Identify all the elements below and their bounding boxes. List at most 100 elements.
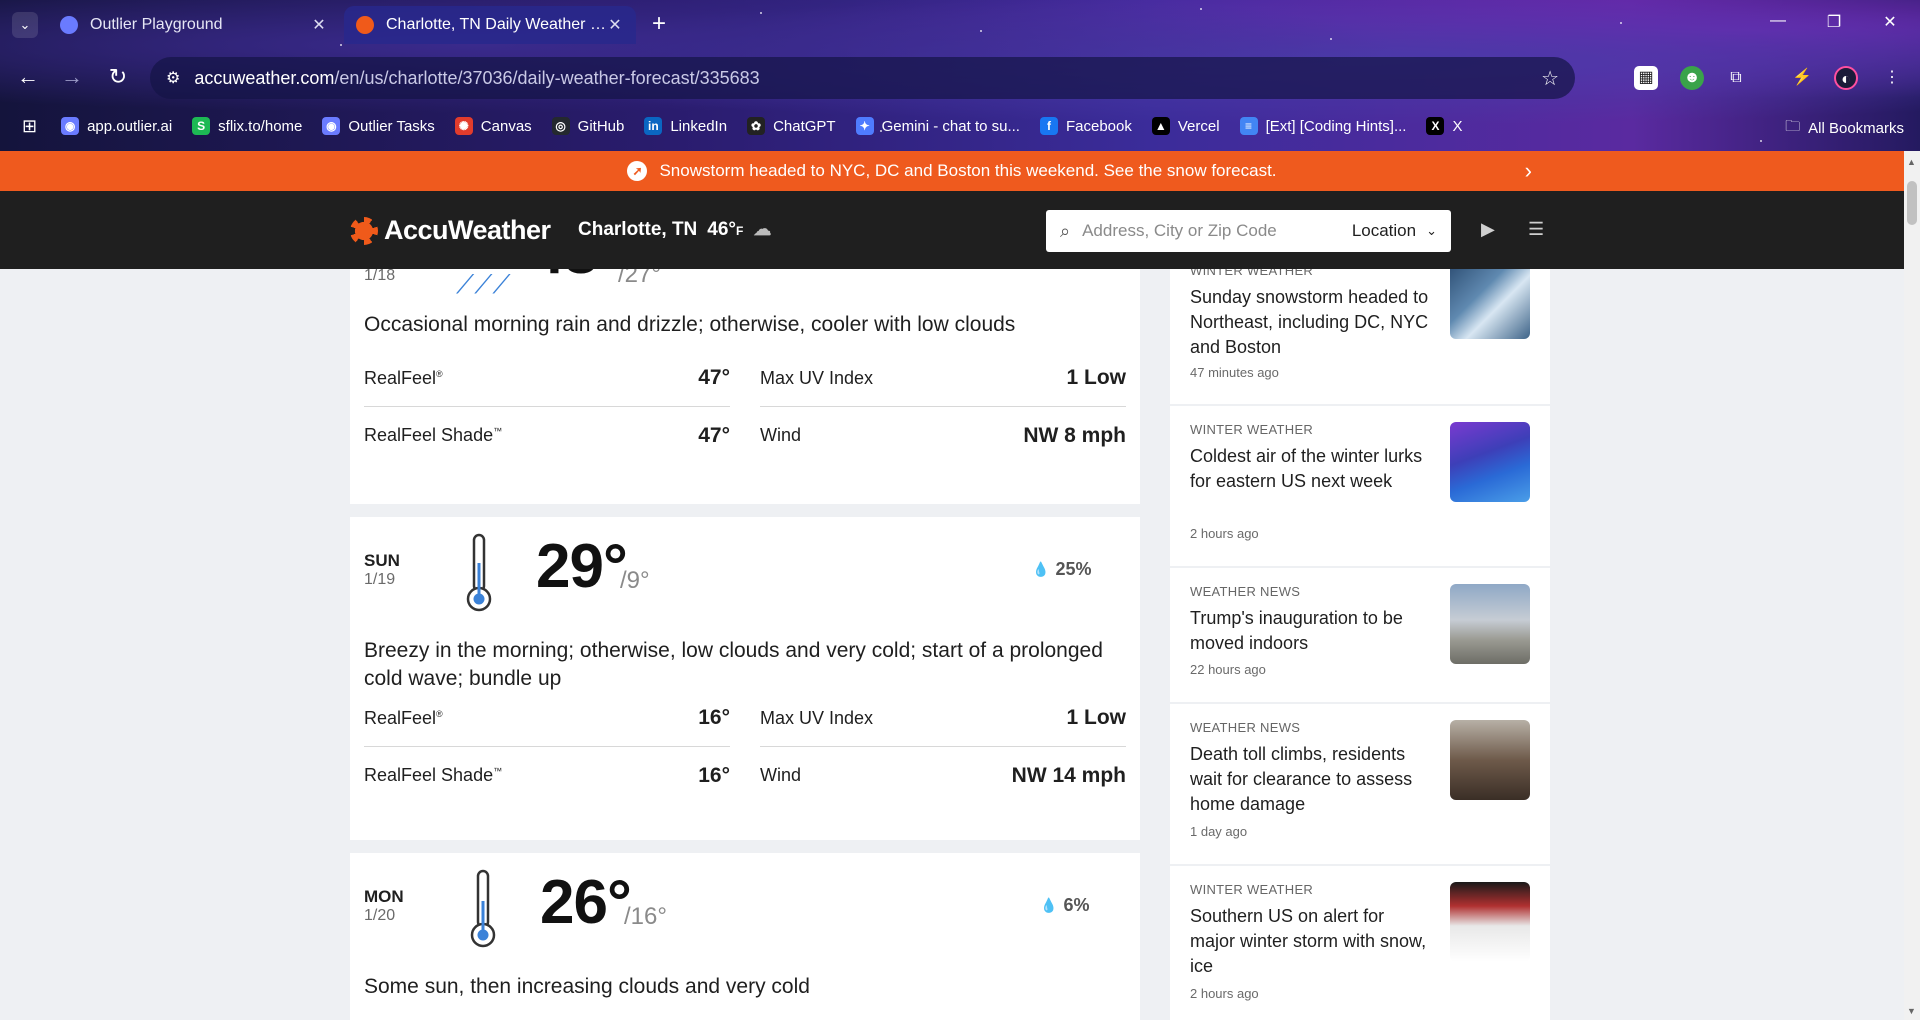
main-content: 1/18 ⟋⟋⟋ 48° /27° Occasional morning rai…	[0, 269, 1904, 1020]
vercel-icon: ▲	[1151, 117, 1170, 135]
news-category: WEATHER NEWS	[1190, 720, 1301, 735]
chevron-down-icon: ⌄	[1426, 223, 1437, 238]
tab-search-button[interactable]: ⌄	[12, 12, 38, 38]
snow-map-thumb	[1450, 269, 1530, 339]
qr-code-icon[interactable]: ▦	[1634, 66, 1658, 90]
bookmark-item[interactable]: ≡ [Ext] [Coding Hints]...	[1239, 117, 1406, 135]
bookmark-item[interactable]: ✿ ChatGPT	[747, 117, 836, 135]
folder-icon: 🗀	[1785, 118, 1801, 135]
search-input[interactable]	[1082, 221, 1303, 241]
accuweather-logo[interactable]: AccuWeather	[350, 215, 551, 246]
facebook-icon: f	[1039, 117, 1058, 135]
forecast-date: 1/19	[364, 571, 396, 588]
precip-chance: 💧 6%	[1040, 895, 1090, 915]
outlier-icon: ◉	[61, 117, 80, 135]
search-box: ⌕ Location ⌄	[1046, 210, 1451, 252]
sflix-icon: S	[192, 117, 211, 135]
forecast-phrase: Breezy in the morning; otherwise, low cl…	[364, 639, 1103, 690]
cloudy-icon: ☁	[753, 219, 772, 239]
forecast-phrase: Some sun, then increasing clouds and ver…	[364, 975, 810, 998]
bookmark-item[interactable]: ◎ GitHub	[551, 117, 624, 135]
browser-chrome: ⌄ Outlier Playground ✕ Charlotte, TN Dai…	[0, 0, 1920, 151]
extension-robot-icon[interactable]: ☻	[1680, 66, 1704, 90]
forecast-high: 48°	[530, 269, 622, 288]
rain-icon: ⟋⟋⟋	[456, 269, 511, 299]
forward-icon[interactable]: →	[58, 64, 86, 90]
news-time: 1 day ago	[1190, 824, 1248, 839]
forecast-high: 29°	[536, 532, 628, 601]
thermometer-icon	[466, 533, 492, 612]
accuweather-favicon-icon	[356, 16, 374, 34]
bookmark-item[interactable]: ✺ Canvas	[454, 117, 532, 135]
accuweather-sun-icon	[350, 216, 378, 245]
forecast-low: /16°	[624, 903, 667, 930]
bookmark-item[interactable]: in LinkedIn	[644, 117, 727, 135]
tab-accuweather[interactable]: Charlotte, TN Daily Weather | AccuWeathe…	[344, 6, 636, 44]
scroll-up-icon[interactable]: ▲	[1907, 157, 1916, 167]
linkedin-icon: in	[644, 117, 663, 135]
url-text[interactable]: accuweather.com/en/us/charlotte/37036/da…	[194, 68, 1541, 89]
extensions-puzzle-icon[interactable]: ⧉	[1724, 66, 1748, 90]
search-icon: ⌕	[1060, 220, 1071, 241]
address-bar[interactable]: ⚙ accuweather.com/en/us/charlotte/37036/…	[150, 57, 1575, 99]
restore-icon[interactable]: ❐	[1822, 12, 1846, 32]
nav-bar: ← → ↻ ⚙ accuweather.com/en/us/charlotte/…	[0, 52, 1920, 104]
bookmark-item[interactable]: XX	[1426, 117, 1462, 135]
bookmark-item[interactable]: ▲ Vercel	[1151, 117, 1220, 135]
news-category: WEATHER NEWS	[1190, 584, 1301, 599]
news-headline: Coldest air of the winter lurks for east…	[1190, 446, 1423, 491]
site-info-icon[interactable]: ⚙	[166, 68, 180, 88]
github-icon: ◎	[551, 117, 570, 135]
site-header: AccuWeather Charlotte, TN 46° F ☁ ⌕ Loca…	[0, 191, 1904, 269]
forecast-day: MON	[364, 887, 404, 906]
raindrop-icon: 💧	[1032, 561, 1050, 577]
apps-grid-icon[interactable]: ⊞	[22, 116, 37, 137]
bookmark-item[interactable]: f Facebook	[1039, 117, 1132, 135]
bookmark-item[interactable]: Ssflix.to/home	[192, 117, 302, 135]
news-time: 2 hours ago	[1190, 526, 1259, 541]
scroll-down-icon[interactable]: ▼	[1907, 1006, 1916, 1016]
all-bookmarks-button[interactable]: 🗀 All Bookmarks	[1785, 116, 1904, 141]
forecast-card[interactable]: MON 1/20 26° /16° 💧 6% Some sun, then inc…	[350, 853, 1140, 1020]
profile-avatar-icon[interactable]: ◐	[1834, 66, 1858, 90]
bookmark-item[interactable]: ◉ app.outlier.ai	[61, 117, 172, 135]
close-window-icon[interactable]: ✕	[1878, 12, 1902, 32]
news-item[interactable]: WEATHER NEWS Trump's inauguration to be …	[1170, 568, 1550, 702]
news-item[interactable]: WINTER WEATHER Coldest air of the winter…	[1170, 406, 1550, 566]
fire-damage-thumb	[1450, 720, 1530, 800]
location-name: Charlotte, TN	[578, 219, 698, 240]
news-item[interactable]: WINTER WEATHER Sunday snowstorm headed t…	[1170, 269, 1550, 404]
close-tab-icon[interactable]: ✕	[606, 15, 624, 35]
location-dropdown[interactable]: Location ⌄	[1352, 221, 1437, 241]
news-item[interactable]: WINTER WEATHER Southern US on alert for …	[1170, 866, 1550, 1020]
temp-unit: F	[736, 224, 744, 238]
wind-stat: Wind NW 14 mph	[760, 763, 1126, 787]
hamburger-menu-icon[interactable]: ☰	[1528, 219, 1544, 240]
realfeel-shade-stat: RealFeel Shade™ 47°	[364, 423, 730, 447]
alert-banner[interactable]: ➚ Snowstorm headed to NYC, DC and Boston…	[0, 151, 1904, 191]
raindrop-icon: 💧	[1040, 897, 1058, 913]
bookmark-item[interactable]: ◉ Outlier Tasks	[322, 117, 435, 135]
outlier-icon	[60, 16, 78, 34]
extension-bolt-icon[interactable]: ⚡	[1790, 66, 1814, 90]
news-item[interactable]: WEATHER NEWS Death toll climbs, resident…	[1170, 704, 1550, 864]
forecast-card[interactable]: SUN 1/19 29° /9° 💧 25% Breezy in the morn…	[350, 517, 1140, 840]
tab-outlier-playground[interactable]: Outlier Playground ✕	[48, 6, 340, 44]
video-icon[interactable]: ▶	[1481, 219, 1495, 240]
reload-icon[interactable]: ↻	[104, 64, 132, 90]
current-location[interactable]: Charlotte, TN 46° F ☁	[578, 219, 771, 241]
scrollbar-thumb[interactable]	[1907, 181, 1917, 225]
page-scrollbar[interactable]: ▲ ▼	[1904, 151, 1920, 1020]
chatgpt-icon: ✿	[747, 117, 766, 135]
new-tab-icon[interactable]: +	[652, 10, 666, 38]
news-headline: Southern US on alert for major winter st…	[1190, 906, 1427, 976]
close-tab-icon[interactable]: ✕	[310, 15, 328, 35]
back-icon[interactable]: ←	[14, 64, 42, 90]
bookmark-item[interactable]: ✦ Gemini - chat to su...	[855, 117, 1020, 135]
minimize-icon[interactable]: —	[1766, 12, 1790, 30]
menu-kebab-icon[interactable]: ⋮	[1880, 66, 1904, 90]
forecast-card[interactable]: 1/18 ⟋⟋⟋ 48° /27° Occasional morning rai…	[350, 269, 1140, 504]
forecast-phrase: Occasional morning rain and drizzle; oth…	[364, 313, 1016, 336]
bookmark-star-icon[interactable]: ☆	[1541, 66, 1559, 91]
cold-map-thumb	[1450, 422, 1530, 502]
